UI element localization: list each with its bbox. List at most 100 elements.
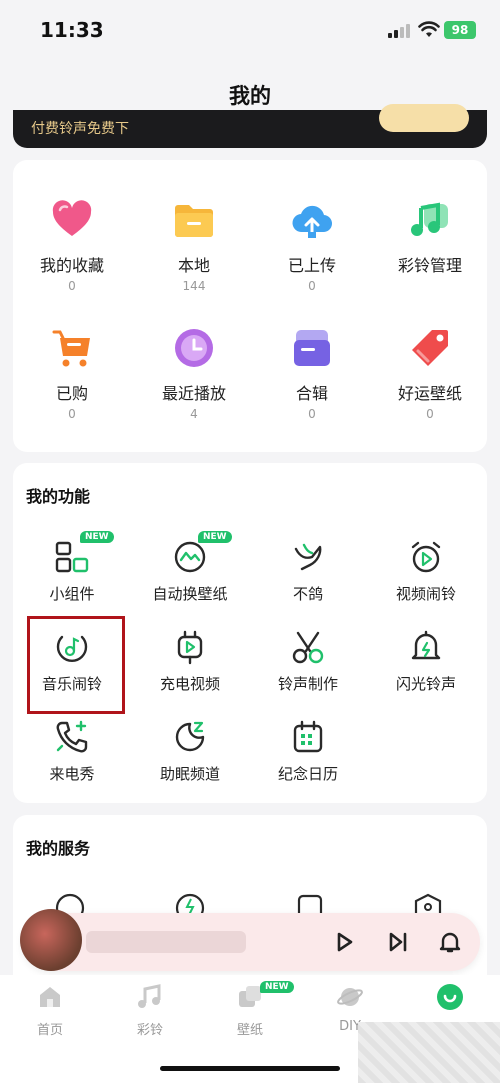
status-bar: 11:33 98 — [0, 0, 500, 62]
fn-label: 闪光铃声 — [395, 675, 456, 693]
tab-label: 首页 — [36, 1023, 63, 1038]
tab-ringback[interactable]: 彩铃 — [120, 983, 180, 1038]
cloud-upload-icon — [292, 205, 333, 238]
fn-auto-wallpaper[interactable]: NEW 自动换壁纸 — [131, 531, 249, 604]
player-track-info — [86, 931, 246, 953]
flash-bell-icon — [411, 630, 441, 660]
dove-icon — [294, 543, 322, 571]
fn-icon-wrap — [172, 629, 208, 665]
stat-local[interactable]: 本地 144 — [135, 198, 253, 293]
stat-label: 已购 — [55, 384, 88, 403]
stat-count: 0 — [308, 279, 316, 293]
home-indicator[interactable] — [160, 1066, 340, 1071]
fn-icon-wrap — [290, 719, 326, 755]
fn-label: 自动换壁纸 — [152, 585, 228, 603]
fn-label: 小组件 — [49, 585, 95, 603]
music-manage-icon — [411, 202, 448, 236]
fn-flash-ringtone[interactable]: 闪光铃声 — [367, 629, 485, 694]
stat-label: 好运壁纸 — [397, 384, 462, 403]
stat-label: 彩铃管理 — [397, 256, 462, 275]
wifi-icon — [418, 21, 440, 37]
home-icon — [40, 987, 60, 1007]
fn-icon-wrap — [290, 539, 326, 575]
stat-purchased[interactable]: 已购 0 — [13, 326, 131, 421]
stat-label: 最近播放 — [161, 384, 226, 403]
fn-widget[interactable]: NEW 小组件 — [13, 531, 131, 604]
next-icon[interactable] — [386, 930, 410, 954]
stat-label: 已上传 — [287, 256, 336, 275]
status-time: 11:33 — [40, 18, 104, 42]
stat-count: 144 — [182, 279, 206, 293]
video-alarm-icon — [411, 541, 441, 573]
stat-count: 0 — [426, 407, 434, 421]
fn-label: 铃声制作 — [277, 675, 338, 693]
fn-anniversary-calendar[interactable]: 纪念日历 — [249, 719, 367, 784]
stat-album[interactable]: 合辑 0 — [253, 326, 371, 421]
album-icon — [294, 330, 330, 366]
fn-icon-wrap — [290, 629, 326, 665]
mini-player[interactable] — [20, 909, 480, 971]
fn-label: 助眠频道 — [159, 765, 220, 783]
fn-ringtone-maker[interactable]: 铃声制作 — [249, 629, 367, 694]
new-badge: NEW — [260, 981, 294, 993]
vip-banner-button[interactable] — [379, 104, 469, 132]
stat-count: 4 — [190, 407, 198, 421]
profile-icon — [437, 984, 463, 1010]
clock-icon — [175, 329, 213, 367]
vip-banner-text: 付费铃声免费下 — [31, 121, 129, 137]
fn-icon-wrap — [408, 629, 444, 665]
fn-label: 视频闹铃 — [395, 585, 456, 603]
new-badge: NEW — [198, 531, 232, 543]
stat-count: 0 — [68, 279, 76, 293]
fn-label: 来电秀 — [49, 765, 95, 783]
fn-charge-video[interactable]: 充电视频 — [131, 629, 249, 694]
scissors-icon — [292, 631, 324, 664]
fn-icon-wrap — [408, 539, 444, 575]
tab-home[interactable]: 首页 — [20, 983, 80, 1038]
services-title: 我的服务 — [26, 839, 91, 858]
fn-icon-wrap: NEW — [172, 531, 232, 575]
auto-wallpaper-icon — [174, 541, 206, 573]
heart-icon — [52, 200, 92, 236]
fn-sleep-channel[interactable]: 助眠频道 — [131, 719, 249, 784]
fn-label: 纪念日历 — [277, 765, 338, 783]
stat-label: 合辑 — [295, 384, 328, 403]
stat-label: 本地 — [177, 256, 210, 275]
stat-uploaded[interactable]: 已上传 0 — [253, 198, 371, 293]
stats-card: 我的收藏 0 本地 144 已上传 0 彩铃管理 已购 0 最近播放 4 合辑 … — [13, 160, 487, 452]
stat-label: 我的收藏 — [39, 256, 104, 275]
player-cover[interactable] — [20, 909, 82, 971]
highlight-box — [27, 616, 125, 714]
cart-icon — [52, 330, 90, 367]
functions-title: 我的功能 — [26, 487, 91, 506]
fn-caller-show[interactable]: 来电秀 — [13, 719, 131, 784]
stat-favorites[interactable]: 我的收藏 0 — [13, 198, 131, 293]
play-icon[interactable] — [332, 930, 356, 954]
calendar-icon — [293, 720, 323, 753]
tab-label: 壁纸 — [236, 1023, 263, 1038]
stat-recent[interactable]: 最近播放 4 — [135, 326, 253, 421]
tab-profile[interactable] — [420, 983, 480, 1019]
stat-count: 0 — [308, 407, 316, 421]
fn-label: 充电视频 — [159, 675, 220, 693]
tab-label: 彩铃 — [136, 1023, 163, 1038]
vip-banner[interactable]: 付费铃声免费下 — [13, 104, 487, 148]
planet-icon — [337, 988, 363, 1006]
sleep-icon — [175, 721, 205, 752]
stat-ringback-manage[interactable]: 彩铃管理 — [371, 198, 489, 279]
fn-icon-wrap: NEW — [54, 531, 114, 575]
signal-icon — [388, 24, 412, 38]
fn-video-alarm[interactable]: 视频闹铃 — [367, 539, 485, 604]
tag-icon — [412, 330, 448, 366]
bell-icon[interactable] — [438, 930, 462, 954]
fn-icon-wrap — [54, 719, 90, 755]
folder-icon — [175, 205, 213, 237]
widget-icon — [55, 541, 89, 573]
tab-wallpaper[interactable]: NEW 壁纸 — [220, 981, 294, 1038]
fn-icon-wrap — [172, 719, 208, 755]
stat-lucky-wallpaper[interactable]: 好运壁纸 0 — [371, 326, 489, 421]
charge-video-icon — [177, 630, 203, 665]
music-note-icon — [138, 984, 161, 1008]
fn-dove[interactable]: 不鸽 — [249, 539, 367, 604]
phone-show-icon — [56, 720, 88, 753]
